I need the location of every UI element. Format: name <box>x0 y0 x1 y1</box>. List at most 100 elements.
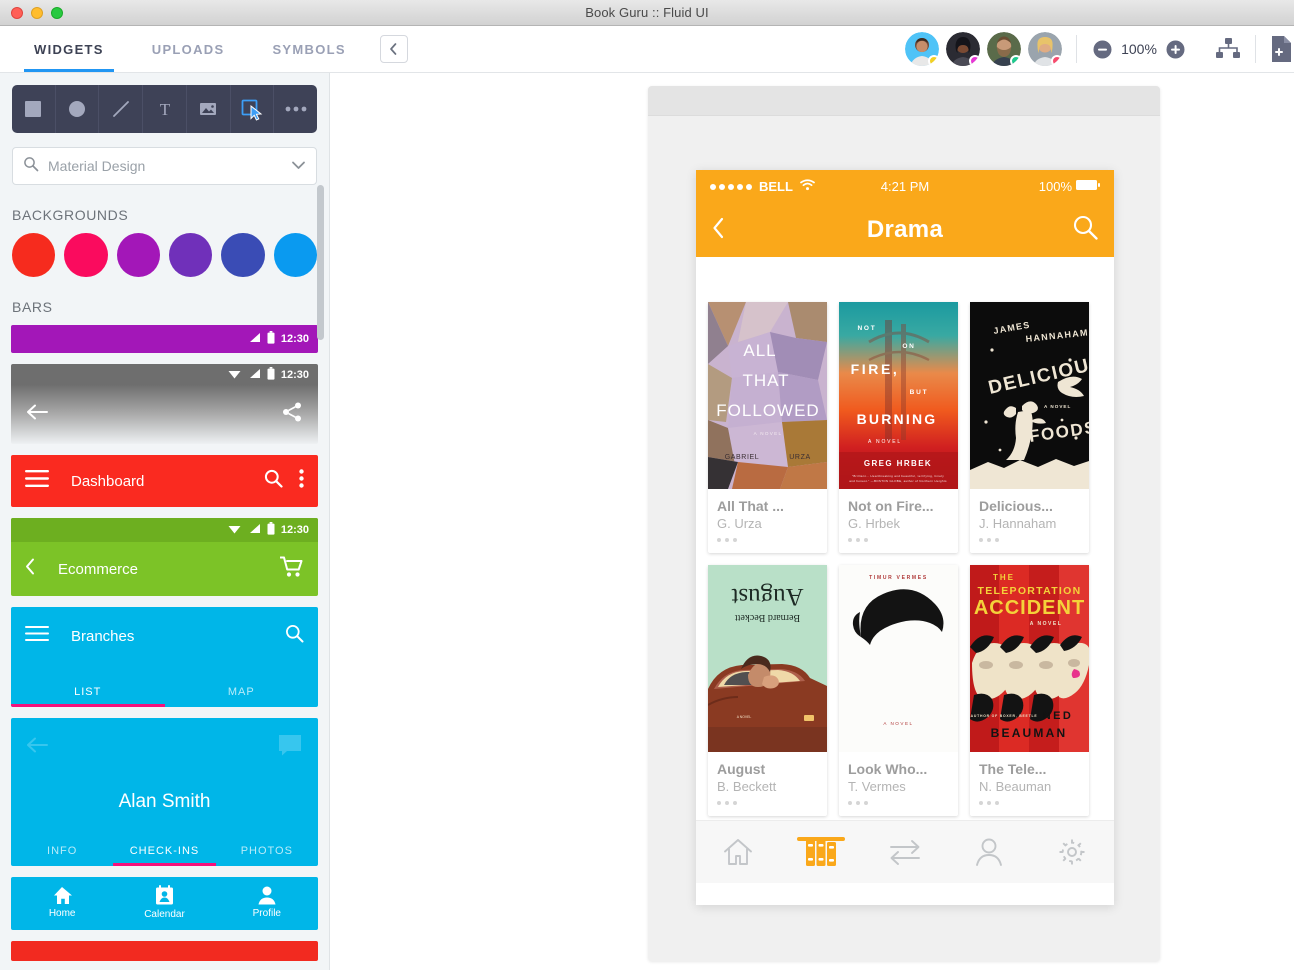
bar-tab-photos[interactable]: PHOTOS <box>216 845 318 866</box>
more-vertical-icon[interactable] <box>299 469 304 493</box>
close-window-button[interactable] <box>11 7 23 19</box>
window-controls[interactable] <box>11 0 63 26</box>
nav-label: Profile <box>252 908 281 919</box>
minimize-window-button[interactable] <box>31 7 43 19</box>
book-card[interactable]: TIMUR VERMES A NOVEL Look Who... T. Verm… <box>839 565 958 816</box>
avatar-1[interactable] <box>905 32 939 66</box>
swatch-red[interactable] <box>12 233 56 277</box>
book-options-dots[interactable] <box>717 801 818 805</box>
status-dot <box>1010 55 1021 66</box>
back-arrow-icon[interactable] <box>27 404 49 425</box>
tab-books[interactable] <box>780 837 864 866</box>
book-author: T. Vermes <box>848 779 906 794</box>
cart-icon[interactable] <box>279 556 304 583</box>
search-icon[interactable] <box>285 624 304 648</box>
search-icon[interactable] <box>1073 215 1098 245</box>
book-options-dots[interactable] <box>717 538 818 542</box>
book-card[interactable]: JAMES HANNAHAM DELICIOUS FOODS A NOVEL D… <box>970 302 1089 553</box>
ellipse-tool[interactable] <box>56 85 100 133</box>
new-page-icon[interactable] <box>1256 35 1294 63</box>
tab-uploads[interactable]: UPLOADS <box>128 26 249 72</box>
book-card[interactable]: Bernard Beckett August A NOVEL August B.… <box>708 565 827 816</box>
calendar-icon <box>155 884 173 904</box>
nav-item-profile[interactable]: Profile <box>216 885 318 919</box>
phone-tab-bar <box>696 820 1114 883</box>
book-card[interactable]: NOT ON FIRE, BUT BURNING A NOVEL GREG HR… <box>839 302 958 553</box>
book-title: The Tele... <box>979 761 1047 777</box>
book-card[interactable]: ALL THAT FOLLOWED A NOVEL GABRIEL URZA A… <box>708 302 827 553</box>
book-options-dots[interactable] <box>979 801 1080 805</box>
book-card[interactable]: THE TELEPORTATION ACCIDENT A NOVEL AUTHO… <box>970 565 1089 816</box>
share-icon[interactable] <box>282 402 302 427</box>
book-options-dots[interactable] <box>848 538 949 542</box>
widget-branches-bar[interactable]: Branches LIST MAP <box>11 607 318 707</box>
widget-profile-bar[interactable]: Alan Smith INFO CHECK-INS PHOTOS <box>11 718 318 866</box>
nav-item-home[interactable]: Home <box>11 886 113 919</box>
widget-search-box[interactable] <box>12 147 317 185</box>
rectangle-tool[interactable] <box>12 85 56 133</box>
sidebar-scrollbar-thumb[interactable] <box>317 185 324 340</box>
drawing-toolbar: T <box>12 85 317 133</box>
search-input[interactable] <box>48 158 282 174</box>
widgets-sidebar: T BACKGROUNDS BARS <box>0 73 330 970</box>
phone-preview[interactable]: BELL 4:21 PM 100% Drama ALL THAT FOLLOWE… <box>696 170 1114 905</box>
widget-dashboard-bar[interactable]: Dashboard <box>11 455 318 507</box>
maximize-window-button[interactable] <box>51 7 63 19</box>
line-tool[interactable] <box>99 85 144 133</box>
carrier-label: BELL <box>759 179 793 194</box>
book-options-dots[interactable] <box>848 801 949 805</box>
book-options-dots[interactable] <box>979 538 1080 542</box>
tab-widgets[interactable]: WIDGETS <box>10 26 128 72</box>
svg-text:and honest." —BOSTON GLOBE, au: and honest." —BOSTON GLOBE, author of No… <box>849 479 947 483</box>
book-title: Delicious... <box>979 498 1053 514</box>
tab-symbols[interactable]: SYMBOLS <box>248 26 369 72</box>
chat-bubble-icon[interactable] <box>278 734 302 761</box>
book-title: Not on Fire... <box>848 498 934 514</box>
tab-home[interactable] <box>696 837 780 867</box>
search-icon[interactable] <box>264 469 283 493</box>
image-tool[interactable] <box>187 85 231 133</box>
chevron-left-icon[interactable] <box>379 35 408 63</box>
avatar-3[interactable] <box>987 32 1021 66</box>
chevron-left-icon[interactable] <box>25 558 36 580</box>
svg-text:TELEPORTATION: TELEPORTATION <box>977 585 1081 597</box>
avatar-4[interactable] <box>1028 32 1062 66</box>
cell-signal-icon <box>247 523 261 537</box>
widget-purple-status-bar[interactable]: 12:30 <box>11 325 318 353</box>
swatch-violet[interactable] <box>168 233 213 277</box>
hamburger-icon[interactable] <box>25 470 49 492</box>
avatar-2[interactable] <box>946 32 980 66</box>
chevron-down-icon[interactable] <box>291 157 306 175</box>
book-author: B. Beckett <box>717 779 777 794</box>
swatch-indigo[interactable] <box>221 233 265 277</box>
tab-settings[interactable] <box>1030 837 1114 867</box>
svg-text:GREG HRBEK: GREG HRBEK <box>864 459 932 468</box>
nav-item-calendar[interactable]: Calendar <box>113 884 215 920</box>
book-author: N. Beauman <box>979 779 1052 794</box>
hamburger-icon[interactable] <box>25 626 49 646</box>
swatch-pink[interactable] <box>64 233 108 277</box>
widget-grey-gradient-bar[interactable]: 12:30 <box>11 364 318 444</box>
tab-exchange[interactable] <box>863 839 947 865</box>
svg-text:Bernard Beckett: Bernard Beckett <box>735 612 800 623</box>
design-canvas[interactable]: BELL 4:21 PM 100% Drama ALL THAT FOLLOWE… <box>331 73 1294 970</box>
widget-ecommerce-bar[interactable]: 12:30 Ecommerce <box>11 518 318 596</box>
chevron-left-icon[interactable] <box>712 217 725 244</box>
more-tools[interactable] <box>274 85 317 133</box>
plus-circle-icon[interactable] <box>1166 40 1185 59</box>
widget-red-bar-partial[interactable] <box>11 941 318 961</box>
swatch-blue[interactable] <box>273 233 317 277</box>
book-grid-body[interactable]: ALL THAT FOLLOWED A NOVEL GABRIEL URZA A… <box>696 257 1114 820</box>
sitemap-icon[interactable] <box>1201 37 1255 61</box>
minus-circle-icon[interactable] <box>1093 40 1112 59</box>
bar-tab-map[interactable]: MAP <box>165 686 319 707</box>
bar-tab-info[interactable]: INFO <box>11 845 113 866</box>
swatch-purple[interactable] <box>116 233 160 277</box>
svg-text:AUTHOR OF BOXER, BEETLE: AUTHOR OF BOXER, BEETLE <box>971 714 1038 718</box>
widget-bottom-nav-bar[interactable]: Home Calendar Profile <box>11 877 318 930</box>
tab-profile[interactable] <box>947 837 1031 867</box>
back-arrow-icon[interactable] <box>27 737 49 758</box>
svg-text:A NOVEL: A NOVEL <box>868 439 902 445</box>
text-tool[interactable]: T <box>143 85 187 133</box>
select-tool[interactable] <box>231 85 275 133</box>
